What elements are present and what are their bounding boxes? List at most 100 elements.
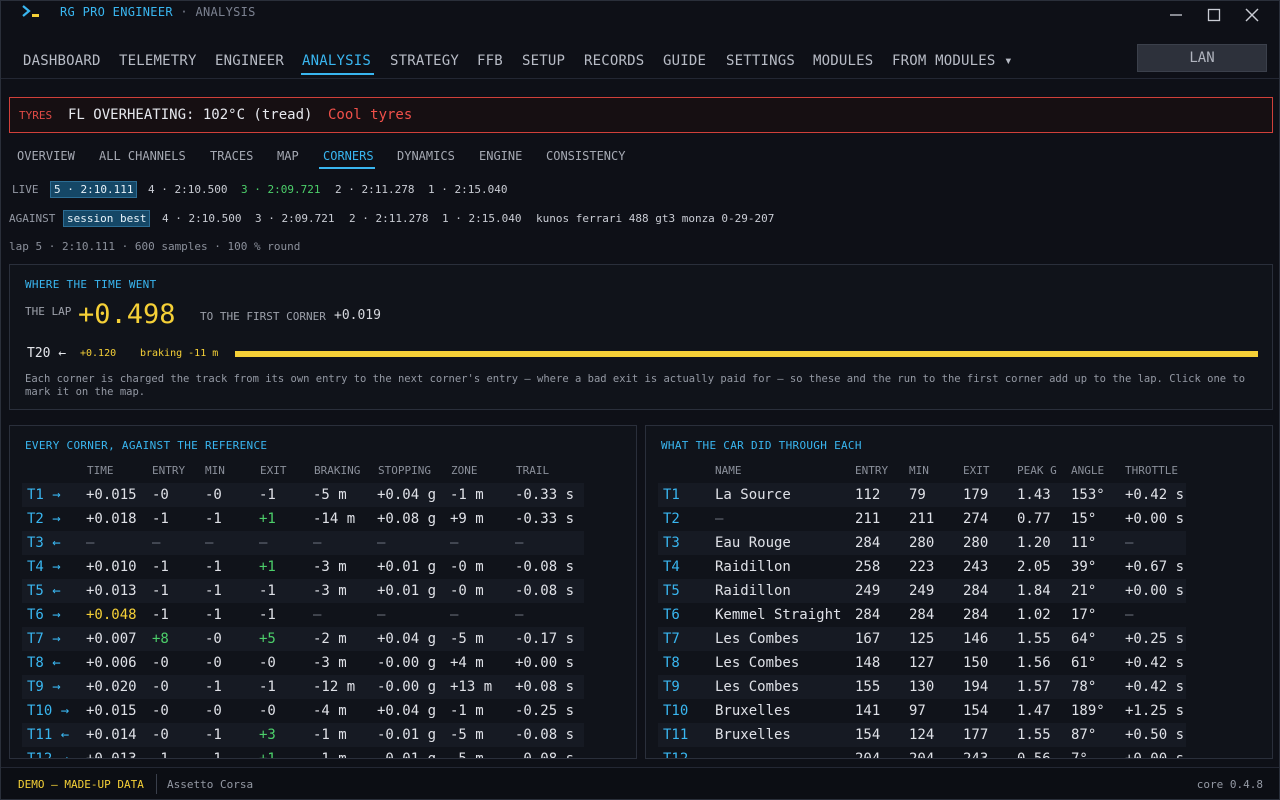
table-row[interactable]: T5 ← +0.013 -1 -1 -1 -3 m +0.01 g -0 m -0.08 s (22, 579, 584, 603)
corner-id-cell[interactable]: T4 (663, 559, 680, 575)
nav-engineer[interactable]: ENGINEER (215, 53, 284, 69)
table-row[interactable]: T3 Eau Rouge 284 280 280 1.20 11° — (658, 531, 1186, 555)
entry-cell: -0 (152, 703, 169, 719)
close-button[interactable] (1241, 5, 1263, 25)
corner-id-cell[interactable]: T1 → (27, 487, 61, 503)
angle-cell: 78° (1071, 679, 1097, 695)
maximize-button[interactable] (1203, 5, 1225, 25)
table-row[interactable]: T2 — 211 211 274 0.77 15° +0.00 s (658, 507, 1186, 531)
alert-message: FL OVERHEATING: 102°C (tread) (68, 107, 313, 123)
corner-id-cell[interactable]: T8 (663, 655, 680, 671)
nav-ffb[interactable]: FFB (477, 53, 503, 69)
nav-analysis[interactable]: ANALYSIS (302, 53, 371, 69)
live-lap-chip[interactable]: 5 · 2:10.111 (50, 181, 138, 198)
table-row[interactable]: T7 Les Combes 167 125 146 1.55 64° +0.25 s (658, 627, 1186, 651)
table-row[interactable]: T8 ← +0.006 -0 -0 -0 -3 m -0.00 g +4 m +0.00 s (22, 651, 584, 675)
tab-map[interactable]: MAP (277, 149, 299, 163)
braking-cell: -14 m (313, 511, 356, 527)
throttle-cell: — (1125, 607, 1134, 623)
live-lap-chip[interactable]: 1 · 2:15.040 (428, 183, 507, 196)
nav-setup[interactable]: SETUP (522, 53, 565, 69)
corner-id-cell[interactable]: T5 ← (27, 583, 61, 599)
tab-overview[interactable]: OVERVIEW (17, 149, 75, 163)
angle-cell: 7° (1071, 751, 1088, 759)
nav-strategy[interactable]: STRATEGY (390, 53, 459, 69)
corner-id-cell[interactable]: T1 (663, 487, 680, 503)
table-row[interactable]: T9 Les Combes 155 130 194 1.57 78° +0.42 s (658, 675, 1186, 699)
table-row[interactable]: T1 → +0.015 -0 -0 -1 -5 m +0.04 g -1 m -0.33 s (22, 483, 584, 507)
corner-id-cell[interactable]: T10 (663, 703, 688, 719)
corner-id-cell[interactable]: T11 (663, 727, 688, 743)
tab-traces[interactable]: TRACES (210, 149, 253, 163)
table-row[interactable]: T6 → +0.048 -1 -1 -1 — — — — (22, 603, 584, 627)
nav-records[interactable]: RECORDS (584, 53, 644, 69)
table-row[interactable]: T5 Raidillon 249 249 284 1.84 21° +0.00 s (658, 579, 1186, 603)
worst-corner-reason: braking -11 m (140, 348, 219, 359)
table-row[interactable]: T4 → +0.010 -1 -1 +1 -3 m +0.01 g -0 m -0.08 s (22, 555, 584, 579)
corner-id-cell[interactable]: T6 → (27, 607, 61, 623)
table-row[interactable]: T8 Les Combes 148 127 150 1.56 61° +0.42 s (658, 651, 1186, 675)
table-row[interactable]: T11 ← +0.014 -0 -1 +3 -1 m -0.01 g -5 m -0.08 s (22, 723, 584, 747)
worst-corner-bar[interactable] (235, 351, 1258, 357)
table-row[interactable]: T12 → +0.013 -1 -1 +1 -1 m -0.01 g -5 m -0.08 s (22, 747, 584, 759)
exit-cell: +1 (259, 751, 276, 759)
reference-chip[interactable]: 4 · 2:10.500 (162, 212, 241, 225)
tab-consistency[interactable]: CONSISTENCY (546, 149, 625, 163)
corner-id-cell[interactable]: T5 (663, 583, 680, 599)
worst-corner-id[interactable]: T20 ← (27, 346, 66, 361)
live-lap-chip[interactable]: 4 · 2:10.500 (148, 183, 227, 196)
reference-chip[interactable]: 2 · 2:11.278 (349, 212, 428, 225)
tab-all-channels[interactable]: ALL CHANNELS (99, 149, 186, 163)
corner-id-cell[interactable]: T12 → (27, 751, 69, 758)
nav-guide[interactable]: GUIDE (663, 53, 706, 69)
corner-id-cell[interactable]: T3 (663, 535, 680, 551)
table-row[interactable]: T9 → +0.020 -0 -1 -1 -12 m -0.00 g +13 m +0.08 s (22, 675, 584, 699)
reference-chip[interactable]: 1 · 2:15.040 (442, 212, 521, 225)
corner-id-cell[interactable]: T7 → (27, 631, 61, 647)
corner-id-cell[interactable]: T7 (663, 631, 680, 647)
table-row[interactable]: T3 ← — — — — — — — — (22, 531, 584, 555)
table-row[interactable]: T12 — 204 204 243 0.56 7° +0.00 s (658, 747, 1186, 759)
lan-button[interactable]: LAN (1137, 44, 1267, 72)
table-row[interactable]: T10 → +0.015 -0 -0 -0 -4 m +0.04 g -1 m -0.25 s (22, 699, 584, 723)
tab-corners[interactable]: CORNERS (323, 149, 374, 163)
min-cell: 211 (909, 511, 935, 527)
table-row[interactable]: T10 Bruxelles 141 97 154 1.47 189° +1.25 s (658, 699, 1186, 723)
corner-id-cell[interactable]: T4 → (27, 559, 61, 575)
live-lap-chip[interactable]: 3 · 2:09.721 (241, 183, 320, 196)
nav-dashboard[interactable]: DASHBOARD (23, 53, 101, 69)
table-row[interactable]: T7 → +0.007 +8 -0 +5 -2 m +0.04 g -5 m -0.17 s (22, 627, 584, 651)
corner-id-cell[interactable]: T2 (663, 511, 680, 527)
trail-cell: -0.25 s (515, 703, 575, 719)
nav-from-modules-dropdown[interactable]: FROM MODULES ▾ (892, 53, 1013, 69)
table-row[interactable]: T6 Kemmel Straight 284 284 284 1.02 17° — (658, 603, 1186, 627)
corner-id-cell[interactable]: T6 (663, 607, 680, 623)
table-row[interactable]: T2 → +0.018 -1 -1 +1 -14 m +0.08 g +9 m -0.33 s (22, 507, 584, 531)
entry-cell: 148 (855, 655, 881, 671)
live-lap-chip[interactable]: 2 · 2:11.278 (335, 183, 414, 196)
reference-chip[interactable]: kunos ferrari 488 gt3 monza 0-29-207 (536, 212, 774, 225)
tab-engine[interactable]: ENGINE (479, 149, 522, 163)
corner-id-cell[interactable]: T2 → (27, 511, 61, 527)
corner-id-cell[interactable]: T9 → (27, 679, 61, 695)
table-row[interactable]: T4 Raidillon 258 223 243 2.05 39° +0.67 s (658, 555, 1186, 579)
table-row[interactable]: T1 La Source 112 79 179 1.43 153° +0.42 s (658, 483, 1186, 507)
corner-id-cell[interactable]: T10 → (27, 703, 69, 719)
reference-chip[interactable]: 3 · 2:09.721 (255, 212, 334, 225)
minimize-button[interactable] (1165, 5, 1187, 25)
corner-id-cell[interactable]: T12 (663, 751, 688, 758)
corner-id-cell[interactable]: T11 ← (27, 727, 69, 743)
corner-id-cell[interactable]: T8 ← (27, 655, 61, 671)
corner-id-cell[interactable]: T9 (663, 679, 680, 695)
tab-dynamics[interactable]: DYNAMICS (397, 149, 455, 163)
nav-telemetry[interactable]: TELEMETRY (119, 53, 197, 69)
table-row[interactable]: T11 Bruxelles 154 124 177 1.55 87° +0.50 s (658, 723, 1186, 747)
nav-active-underline (301, 73, 374, 75)
name-cell: Kemmel Straight (715, 607, 842, 623)
lap-delta-value: +0.498 (78, 299, 176, 330)
corner-id-cell[interactable]: T3 ← (27, 535, 61, 551)
nav-settings[interactable]: SETTINGS (726, 53, 795, 69)
zone-cell: — (450, 607, 459, 623)
reference-chip[interactable]: session best (63, 210, 151, 227)
nav-modules[interactable]: MODULES (813, 53, 873, 69)
